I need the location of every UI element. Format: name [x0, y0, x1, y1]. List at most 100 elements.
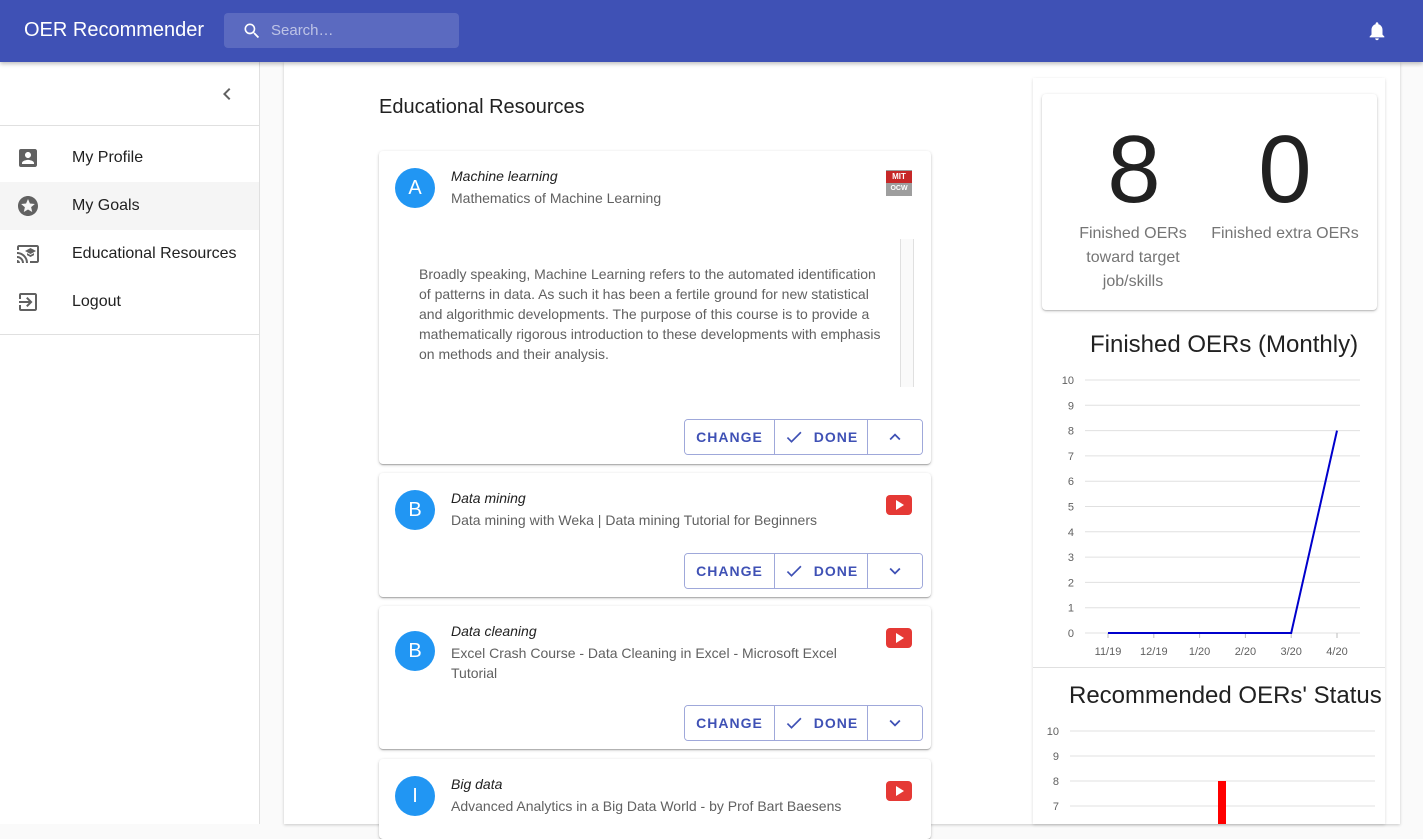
mit-ocw-logo-text: MIT	[886, 171, 912, 183]
search-box[interactable]	[224, 13, 459, 48]
y-tick-label: 4	[1068, 527, 1074, 539]
x-tick-label: 4/20	[1326, 646, 1347, 658]
resource-title: Excel Crash Course - Data Cleaning in Ex…	[451, 643, 861, 683]
resource-title: Mathematics of Machine Learning	[451, 188, 861, 208]
account-box-icon	[16, 146, 40, 170]
y-tick-label: 2	[1068, 577, 1074, 589]
y-tick-label: 0	[1068, 628, 1074, 640]
y-tick-label: 5	[1068, 502, 1074, 514]
cast-for-education-icon	[16, 242, 40, 266]
resource-card: A Machine learning Mathematics of Machin…	[379, 151, 931, 464]
resource-topic: Data mining	[451, 490, 526, 506]
nav-item-my-profile[interactable]: My Profile	[0, 134, 259, 182]
mit-ocw-logo-text: OCW	[890, 183, 907, 195]
finished-extra-count: 0	[1210, 122, 1360, 218]
youtube-icon[interactable]	[886, 778, 912, 804]
nav-item-logout[interactable]: Logout	[0, 278, 259, 326]
nav-label: My Profile	[72, 149, 143, 167]
chevron-left-icon[interactable]	[215, 82, 239, 106]
nav-label: Educational Resources	[72, 245, 237, 263]
card-actions: CHANGE DONE	[684, 553, 923, 589]
check-icon	[784, 427, 804, 447]
resource-card: I Big data Advanced Analytics in a Big D…	[379, 759, 931, 839]
nav-label: Logout	[72, 293, 121, 311]
y-tick-label: 6	[1068, 476, 1074, 488]
resource-title: Advanced Analytics in a Big Data World -…	[451, 796, 861, 816]
y-tick-label: 8	[1053, 776, 1059, 788]
card-actions: CHANGE DONE	[684, 419, 923, 455]
app-title: OER Recommender	[24, 19, 204, 42]
done-button[interactable]: DONE	[774, 706, 867, 740]
y-tick-label: 9	[1053, 751, 1059, 763]
resource-topic: Data cleaning	[451, 623, 537, 639]
y-tick-label: 7	[1068, 451, 1074, 463]
x-tick-label: 11/19	[1095, 646, 1122, 658]
y-tick-label: 7	[1053, 801, 1059, 813]
expand-button[interactable]	[867, 706, 922, 740]
resource-card: B Data cleaning Excel Crash Course - Dat…	[379, 606, 931, 749]
search-input[interactable]	[271, 13, 456, 48]
divider	[1033, 667, 1385, 668]
done-label: DONE	[814, 715, 858, 731]
resource-topic: Big data	[451, 776, 502, 792]
avatar: A	[395, 168, 435, 208]
done-button[interactable]: DONE	[774, 554, 867, 588]
change-button[interactable]: CHANGE	[685, 706, 774, 740]
page-title: Educational Resources	[379, 96, 585, 119]
search-icon	[242, 21, 262, 41]
y-tick-label: 9	[1068, 400, 1074, 412]
check-icon	[784, 713, 804, 733]
chart-title: Finished OERs (Monthly)	[1090, 331, 1358, 359]
change-button[interactable]: CHANGE	[685, 420, 774, 454]
recommended-oers-status-chart: 7 8 9 10	[1040, 720, 1385, 824]
bar	[1218, 781, 1226, 824]
star-circle-icon	[16, 194, 40, 218]
resource-title: Data mining with Weka | Data mining Tuto…	[451, 510, 861, 530]
youtube-icon[interactable]	[886, 625, 912, 651]
x-tick-label: 12/19	[1140, 646, 1168, 658]
y-tick-label: 1	[1068, 603, 1074, 615]
youtube-icon[interactable]	[886, 492, 912, 518]
description-box: Broadly speaking, Machine Learning refer…	[403, 239, 915, 387]
x-tick-label: 2/20	[1235, 646, 1256, 658]
nav-drawer: My Profile My Goals Educational Resource…	[0, 62, 260, 824]
y-tick-label: 10	[1047, 726, 1059, 738]
stats-card: 8 Finished OERs toward target job/skills…	[1042, 94, 1377, 310]
description-scrollbar[interactable]	[900, 239, 914, 387]
notifications-bell-icon[interactable]	[1366, 20, 1388, 42]
nav-item-educational-resources[interactable]: Educational Resources	[0, 230, 259, 278]
chevron-down-icon	[884, 712, 906, 734]
finished-extra-label: Finished extra OERs	[1205, 222, 1365, 246]
resource-card: B Data mining Data mining with Weka | Da…	[379, 473, 931, 597]
avatar: B	[395, 490, 435, 530]
resource-description: Broadly speaking, Machine Learning refer…	[419, 264, 884, 364]
finished-target-count: 8	[1059, 122, 1209, 218]
x-tick-label: 1/20	[1189, 646, 1210, 658]
nav-label: My Goals	[72, 197, 140, 215]
expand-button[interactable]	[867, 554, 922, 588]
nav-item-my-goals[interactable]: My Goals	[0, 182, 259, 230]
y-tick-label: 10	[1062, 375, 1074, 387]
chevron-down-icon	[884, 560, 906, 582]
done-button[interactable]: DONE	[774, 420, 867, 454]
x-tick-label: 3/20	[1280, 646, 1301, 658]
y-tick-label: 3	[1068, 552, 1074, 564]
finished-oers-monthly-chart: 0 1 2 3 4 5 6 7 8 9 10 11/19 12/19 1/20 2/20 3/20 4/20	[1040, 368, 1370, 663]
card-actions: CHANGE DONE	[684, 705, 923, 741]
check-icon	[784, 561, 804, 581]
change-button[interactable]: CHANGE	[685, 554, 774, 588]
mit-ocw-icon: MIT OCW	[886, 170, 912, 196]
resource-topic: Machine learning	[451, 168, 558, 184]
y-tick-label: 8	[1068, 426, 1074, 438]
exit-to-app-icon	[16, 290, 40, 314]
avatar: B	[395, 631, 435, 671]
app-bar: OER Recommender	[0, 0, 1423, 62]
nav-list: My Profile My Goals Educational Resource…	[0, 126, 259, 335]
done-label: DONE	[814, 563, 858, 579]
done-label: DONE	[814, 429, 858, 445]
finished-target-label: Finished OERs toward target job/skills	[1072, 222, 1194, 294]
chart-title: Recommended OERs' Status	[1069, 682, 1382, 710]
avatar: I	[395, 776, 435, 816]
drawer-header	[0, 62, 259, 126]
collapse-button[interactable]	[867, 420, 922, 454]
